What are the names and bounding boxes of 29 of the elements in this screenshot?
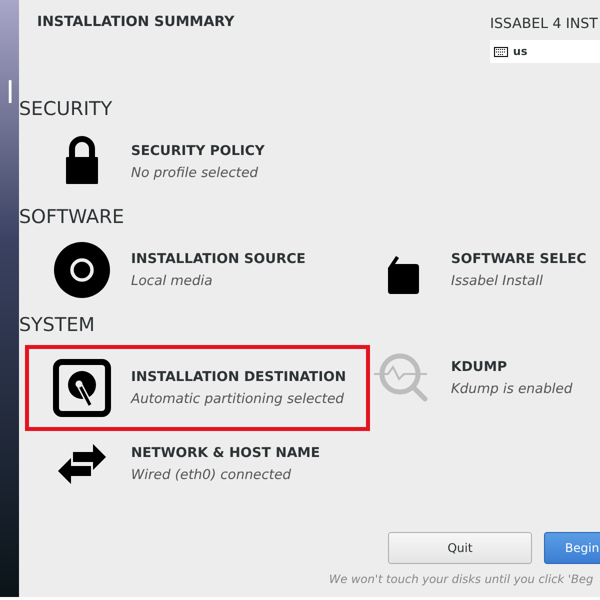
category-heading: SYSTEM bbox=[19, 313, 96, 337]
spoke-status: No profile selected bbox=[131, 165, 260, 181]
spoke-title: NETWORK & HOST NAME bbox=[131, 445, 320, 461]
spoke-status: Wired (eth0) connected bbox=[131, 467, 292, 483]
keyboard-icon bbox=[494, 46, 508, 56]
spoke-status: Kdump is enabled bbox=[451, 381, 572, 397]
category-heading: SECURITY bbox=[19, 97, 114, 121]
spoke-status: Local media bbox=[131, 273, 214, 289]
keyboard-layout-indicator[interactable]: us bbox=[490, 40, 600, 63]
logo-text: l bbox=[6, 76, 14, 112]
spoke-title: INSTALLATION SOURCE bbox=[131, 251, 306, 267]
spoke-status: Automatic partitioning selected bbox=[131, 391, 345, 407]
spoke-item[interactable]: NETWORK & HOST NAME Wired (eth0) connected bbox=[25, 431, 370, 497]
footer-note: We won't touch your disks until you click 'Beg bbox=[329, 572, 594, 586]
category-heading: SOFTWARE bbox=[19, 205, 126, 229]
spoke-item[interactable]: KDUMP Kdump is enabled bbox=[369, 345, 600, 411]
spoke-title: SECURITY POLICY bbox=[131, 143, 265, 159]
spoke-item[interactable]: INSTALLATION DESTINATION Automatic partitioning selected bbox=[25, 345, 370, 431]
page-title: INSTALLATION SUMMARY bbox=[37, 14, 234, 32]
spoke-title: KDUMP bbox=[451, 359, 508, 375]
spoke-title: SOFTWARE SELEC bbox=[451, 251, 586, 267]
spoke-item[interactable]: SOFTWARE SELEC Issabel Install bbox=[369, 237, 600, 303]
spoke-item[interactable]: SECURITY POLICY No profile selected bbox=[25, 129, 370, 195]
spoke-item[interactable]: INSTALLATION SOURCE Local media bbox=[25, 237, 370, 303]
quit-button[interactable]: Quit bbox=[388, 532, 532, 564]
spoke-status: Issabel Install bbox=[451, 273, 544, 289]
product-title: ISSABEL 4 INST bbox=[490, 15, 599, 34]
disc-icon bbox=[53, 241, 111, 299]
spoke-title: INSTALLATION DESTINATION bbox=[131, 369, 346, 385]
